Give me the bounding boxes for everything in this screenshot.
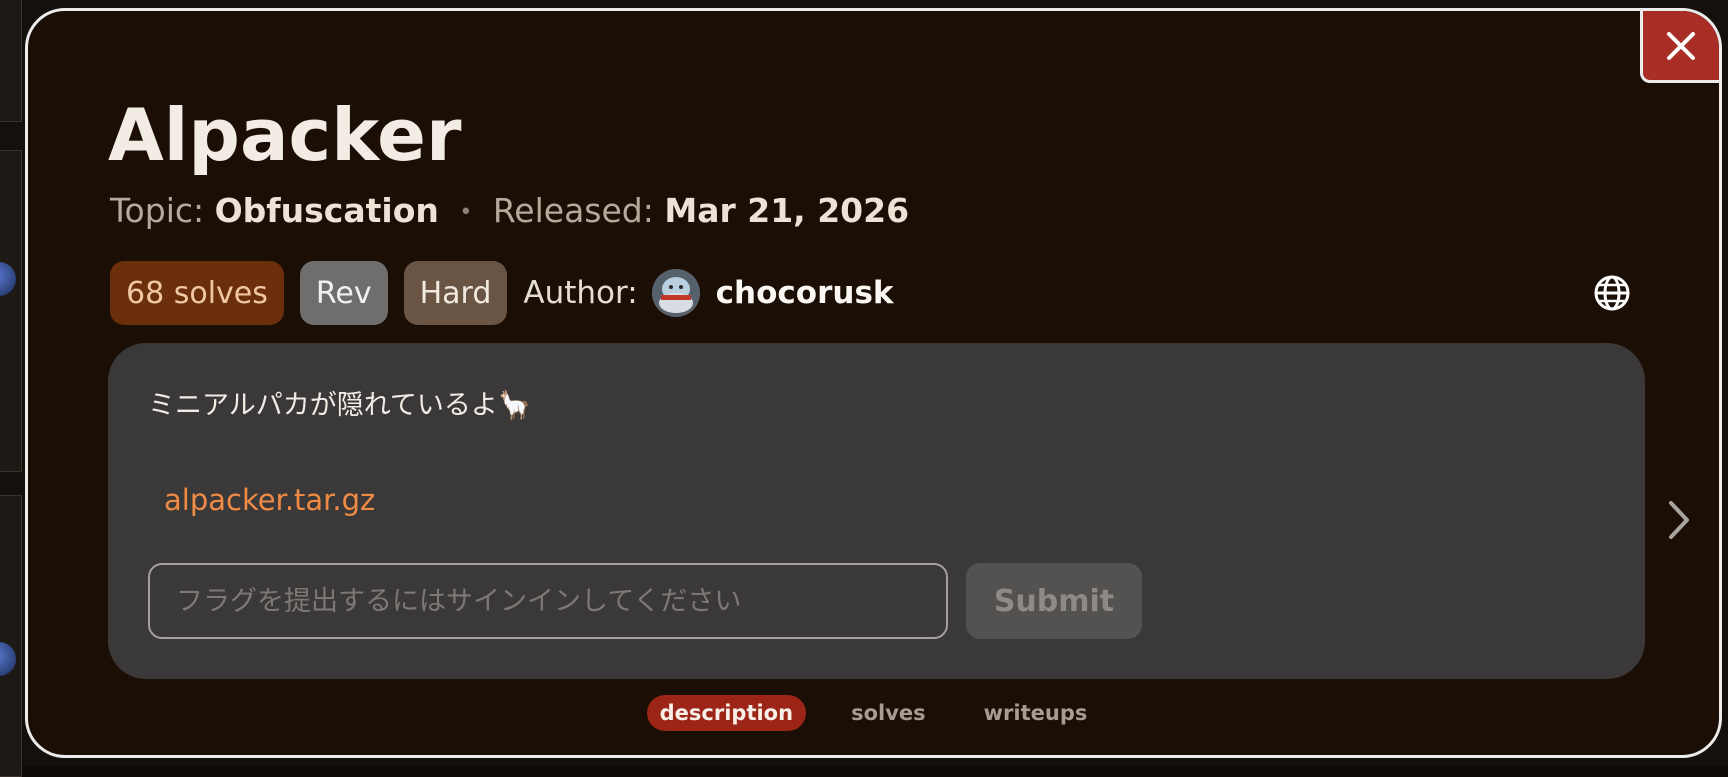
close-button[interactable] <box>1640 11 1719 83</box>
meta-separator: • <box>459 200 472 225</box>
solves-badge: 68 solves <box>110 261 284 325</box>
background-card <box>0 0 22 122</box>
challenge-title: Alpacker <box>108 99 462 171</box>
background-card <box>0 150 22 472</box>
avatar-image-icon <box>652 269 700 317</box>
flag-input[interactable] <box>148 563 948 639</box>
modal-tabs: description solves writeups <box>28 695 1719 731</box>
difficulty-badge: Hard <box>404 261 508 325</box>
released-label: Released: <box>493 191 654 230</box>
challenge-panel: ミニアルパカが隠れているよ🦙 alpacker.tar.gz Submit <box>108 343 1645 679</box>
author-label: Author: <box>523 275 637 311</box>
close-icon <box>1666 31 1696 61</box>
globe-icon[interactable] <box>1593 274 1631 312</box>
author-name[interactable]: chocorusk <box>716 275 894 311</box>
topic-value: Obfuscation <box>215 191 439 230</box>
tab-writeups[interactable]: writeups <box>971 695 1101 731</box>
challenge-meta: Topic: Obfuscation • Released: Mar 21, 2… <box>110 191 909 230</box>
challenge-tags: 68 solves Rev Hard Author: chocorusk <box>110 261 894 325</box>
topic-label: Topic: <box>110 191 204 230</box>
released-date: Mar 21, 2026 <box>664 191 909 230</box>
challenge-modal: Alpacker Topic: Obfuscation • Released: … <box>25 8 1722 758</box>
challenge-description: ミニアルパカが隠れているよ🦙 <box>148 383 532 422</box>
tab-description[interactable]: description <box>647 695 806 731</box>
author-avatar[interactable] <box>652 269 700 317</box>
background-card <box>0 495 22 777</box>
category-badge: Rev <box>300 261 388 325</box>
attachment-link[interactable]: alpacker.tar.gz <box>164 483 375 517</box>
submit-button[interactable]: Submit <box>966 563 1142 639</box>
tab-solves[interactable]: solves <box>838 695 939 731</box>
chevron-right-icon[interactable] <box>1659 495 1699 545</box>
